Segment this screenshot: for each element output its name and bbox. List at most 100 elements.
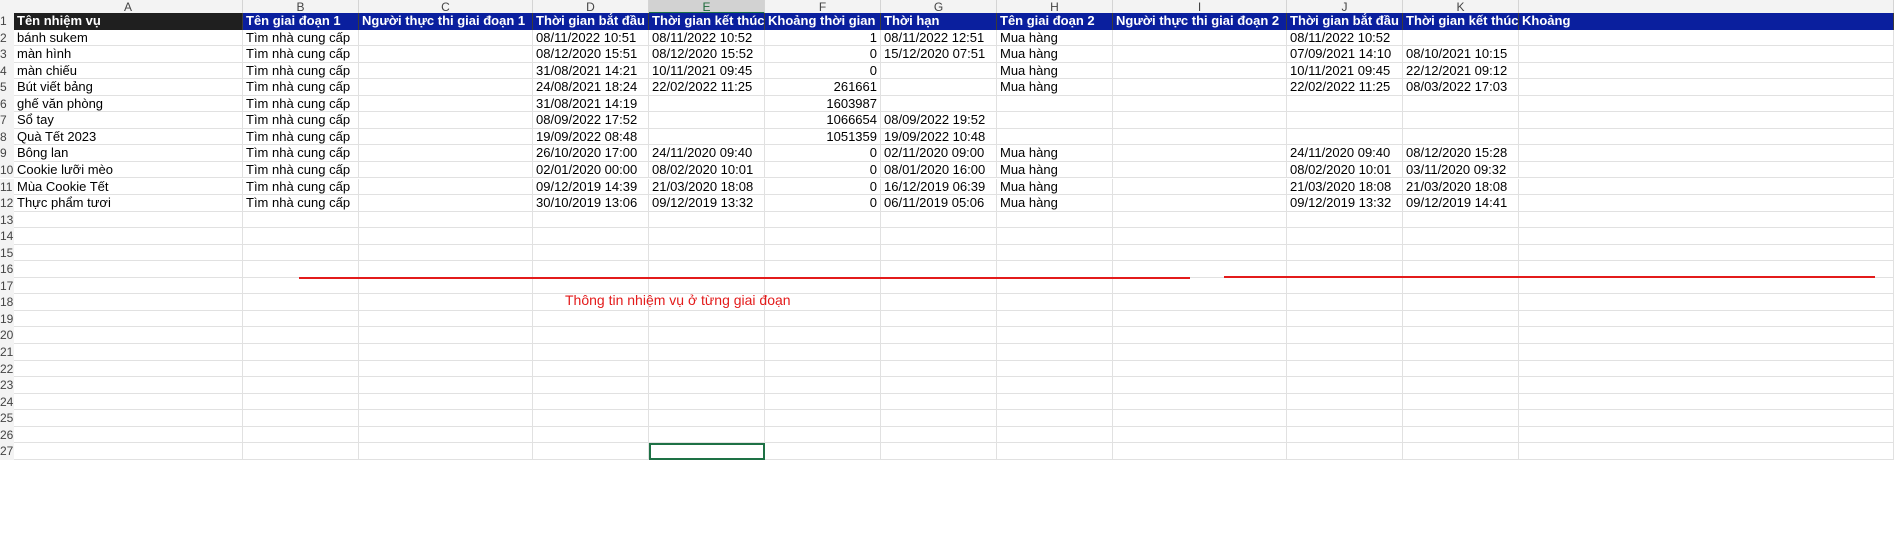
table-cell[interactable] [359, 145, 533, 162]
table-cell[interactable]: Mua hàng [997, 145, 1113, 162]
empty-cell[interactable] [1519, 294, 1894, 311]
row-header-27[interactable]: 27 [0, 443, 14, 460]
table-cell[interactable]: Mua hàng [997, 79, 1113, 96]
table-cell[interactable] [881, 79, 997, 96]
table-cell[interactable]: Mua hàng [997, 178, 1113, 196]
empty-cell[interactable] [243, 360, 359, 378]
table-cell[interactable]: màn chiếu [14, 62, 243, 80]
empty-cell[interactable] [765, 327, 881, 344]
header-cell[interactable]: Thời gian bắt đầu [1287, 13, 1403, 30]
header-cell[interactable]: Người thực thi giai đoạn 2 [1113, 13, 1287, 30]
empty-cell[interactable] [765, 261, 881, 278]
empty-cell[interactable] [243, 377, 359, 394]
empty-cell[interactable] [997, 360, 1113, 378]
empty-cell[interactable] [359, 277, 533, 295]
empty-cell[interactable] [997, 228, 1113, 245]
empty-cell[interactable] [1403, 211, 1519, 229]
empty-cell[interactable] [649, 344, 765, 361]
table-cell[interactable]: 31/08/2021 14:21 [533, 62, 649, 80]
table-cell[interactable]: 22/12/2021 09:12 [1403, 62, 1519, 80]
table-cell[interactable] [1113, 46, 1287, 63]
empty-cell[interactable] [533, 211, 649, 229]
empty-cell[interactable] [649, 327, 765, 344]
empty-cell[interactable] [14, 327, 243, 344]
empty-cell[interactable] [765, 426, 881, 444]
empty-cell[interactable] [997, 443, 1113, 460]
table-cell[interactable]: Bông lan [14, 145, 243, 162]
empty-cell[interactable] [359, 377, 533, 394]
empty-cell[interactable] [649, 410, 765, 427]
table-cell[interactable]: Bút viết bảng [14, 79, 243, 96]
empty-cell[interactable] [881, 294, 997, 311]
row-header-19[interactable]: 19 [0, 310, 14, 328]
header-cell[interactable]: Khoảng thời gian [765, 13, 881, 30]
table-cell[interactable] [1519, 62, 1894, 80]
table-cell[interactable]: 08/11/2022 10:52 [649, 29, 765, 47]
empty-cell[interactable] [997, 410, 1113, 427]
table-cell[interactable]: 09/12/2019 13:32 [649, 195, 765, 212]
table-cell[interactable] [359, 112, 533, 129]
empty-cell[interactable] [359, 228, 533, 245]
empty-cell[interactable] [1287, 393, 1403, 411]
row-header-3[interactable]: 3 [0, 46, 14, 63]
row-header-22[interactable]: 22 [0, 360, 14, 378]
table-cell[interactable]: 08/11/2022 12:51 [881, 29, 997, 47]
table-cell[interactable]: 08/03/2022 17:03 [1403, 79, 1519, 96]
header-cell[interactable]: Người thực thi giai đoạn 1 [359, 13, 533, 30]
empty-cell[interactable] [765, 443, 881, 460]
table-cell[interactable]: 21/03/2020 18:08 [1287, 178, 1403, 196]
empty-cell[interactable] [14, 277, 243, 295]
table-cell[interactable]: 0 [765, 178, 881, 196]
table-cell[interactable]: Tìm nhà cung cấp [243, 95, 359, 113]
empty-cell[interactable] [359, 211, 533, 229]
empty-cell[interactable] [1113, 211, 1287, 229]
table-cell[interactable] [997, 112, 1113, 129]
empty-cell[interactable] [1113, 410, 1287, 427]
table-cell[interactable] [359, 128, 533, 146]
table-cell[interactable] [1519, 178, 1894, 196]
header-cell[interactable]: Thời gian bắt đầu [533, 13, 649, 30]
table-cell[interactable]: 19/09/2022 08:48 [533, 128, 649, 146]
empty-cell[interactable] [1403, 228, 1519, 245]
empty-cell[interactable] [881, 393, 997, 411]
table-cell[interactable] [1519, 145, 1894, 162]
header-cell[interactable]: Tên giai đoạn 1 [243, 13, 359, 30]
empty-cell[interactable] [1519, 277, 1894, 295]
empty-cell[interactable] [533, 443, 649, 460]
row-header-16[interactable]: 16 [0, 261, 14, 278]
row-header-14[interactable]: 14 [0, 228, 14, 245]
empty-cell[interactable] [243, 410, 359, 427]
empty-cell[interactable] [14, 228, 243, 245]
empty-cell[interactable] [359, 294, 533, 311]
row-header-13[interactable]: 13 [0, 211, 14, 229]
table-cell[interactable] [1113, 95, 1287, 113]
table-cell[interactable]: Thực phẩm tươi [14, 195, 243, 212]
empty-cell[interactable] [1519, 310, 1894, 328]
row-header-1[interactable]: 1 [0, 13, 14, 30]
empty-cell[interactable] [649, 393, 765, 411]
table-cell[interactable]: 1051359 [765, 128, 881, 146]
empty-cell[interactable] [1287, 277, 1403, 295]
table-cell[interactable] [1519, 112, 1894, 129]
empty-cell[interactable] [649, 211, 765, 229]
empty-cell[interactable] [881, 344, 997, 361]
empty-cell[interactable] [1113, 244, 1287, 262]
empty-cell[interactable] [1403, 310, 1519, 328]
empty-cell[interactable] [649, 426, 765, 444]
table-cell[interactable] [1519, 46, 1894, 63]
empty-cell[interactable] [1403, 244, 1519, 262]
table-cell[interactable] [1403, 128, 1519, 146]
row-header-10[interactable]: 10 [0, 161, 14, 179]
header-cell[interactable]: Thời gian kết thúc [1403, 13, 1519, 30]
table-cell[interactable]: Tìm nhà cung cấp [243, 62, 359, 80]
table-cell[interactable]: 08/12/2020 15:52 [649, 46, 765, 63]
empty-cell[interactable] [1113, 277, 1287, 295]
table-cell[interactable] [1113, 161, 1287, 179]
row-header-15[interactable]: 15 [0, 244, 14, 262]
table-cell[interactable] [359, 195, 533, 212]
table-cell[interactable]: 08/01/2020 16:00 [881, 161, 997, 179]
empty-cell[interactable] [14, 261, 243, 278]
table-cell[interactable]: 08/09/2022 19:52 [881, 112, 997, 129]
empty-cell[interactable] [1287, 344, 1403, 361]
table-cell[interactable]: 08/11/2022 10:52 [1287, 29, 1403, 47]
